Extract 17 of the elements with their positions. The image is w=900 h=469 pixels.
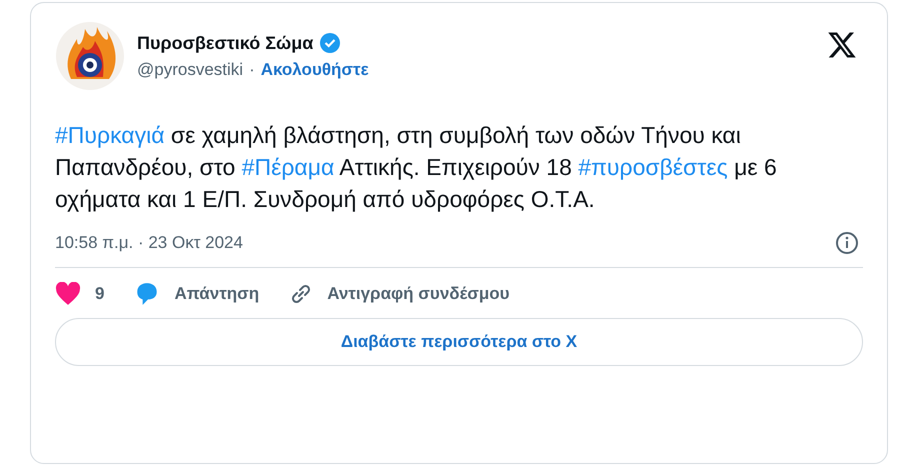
info-icon[interactable] bbox=[835, 231, 859, 255]
read-more-button[interactable]: Διαβάστε περισσότερα στο X bbox=[55, 318, 863, 366]
reply-button[interactable]: Απάντηση bbox=[134, 282, 260, 306]
hashtag-link[interactable]: #Πέραμα bbox=[242, 154, 334, 180]
heart-icon bbox=[55, 282, 81, 306]
tweet-text: #Πυρκαγιά σε χαμηλή βλάστηση, στη συμβολή των οδών Τήνου και Παπανδρέου, στο #Πέραμα Αττικής. Επιχειρούν 18 #πυροσβέστες με 6 οχήματα και 1 Ε/Π. Συνδρομή από υδροφόρες Ο.Τ.Α. bbox=[55, 121, 778, 214]
separator-dot: · bbox=[249, 60, 255, 80]
hashtag-link[interactable]: #πυροσβέστες bbox=[578, 154, 728, 180]
logo-icon bbox=[55, 21, 125, 91]
like-button[interactable]: 9 bbox=[55, 282, 104, 306]
hashtag-link[interactable]: #Πυρκαγιά bbox=[55, 122, 164, 148]
copy-button[interactable]: Αντιγραφή συνδέσμου bbox=[289, 282, 510, 306]
x-logo-icon[interactable] bbox=[827, 31, 857, 59]
timestamp: 10:58 π.μ. · 23 Οκτ 2024 bbox=[55, 233, 243, 253]
follow-link[interactable]: Ακολουθήστε bbox=[260, 60, 369, 80]
account-name: Πυροσβεστικό Σώμα bbox=[137, 32, 314, 54]
account-handle: @pyrosvestiki bbox=[137, 60, 244, 80]
